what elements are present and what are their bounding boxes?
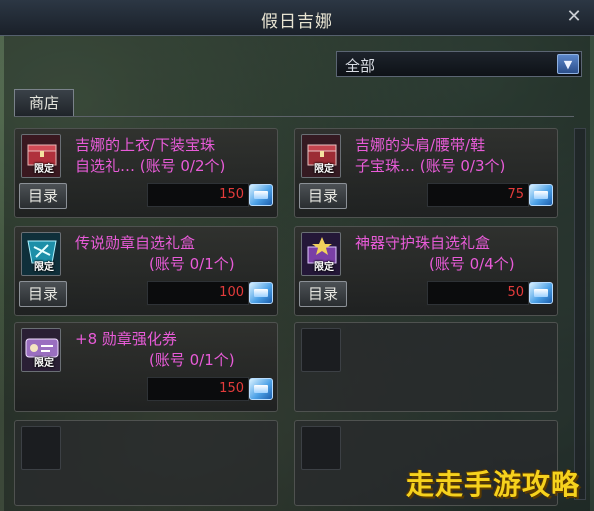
- shop-item-card[interactable]: 限定 神器守护珠自选礼盒 (账号 0/4个) 目录 50: [294, 226, 558, 316]
- shop-item-card[interactable]: 限定 +8 勋章强化券 (账号 0/1个) 150: [14, 322, 278, 412]
- price-box: 75: [427, 183, 529, 207]
- scrollbar[interactable]: [574, 128, 586, 500]
- item-name: 神器守护珠自选礼盒 (账号 0/4个): [355, 233, 555, 275]
- item-price: 100: [219, 285, 244, 300]
- item-name-line: 吉娜的头肩/腰带/鞋: [355, 136, 486, 154]
- window-title: 假日吉娜: [261, 12, 333, 32]
- catalog-button[interactable]: 目录: [299, 281, 347, 307]
- shop-item-card[interactable]: 限定 吉娜的头肩/腰带/鞋 子宝珠… (账号 0/3个) 目录 75: [294, 128, 558, 218]
- item-name-line: 吉娜的上衣/下装宝珠: [75, 136, 216, 154]
- chevron-down-icon[interactable]: ▼: [557, 54, 579, 74]
- watermark: 走走手游攻略: [405, 468, 580, 501]
- item-price: 150: [219, 187, 244, 202]
- currency-ticket-icon: [249, 282, 273, 304]
- price-box: 150: [147, 377, 249, 401]
- item-name-line: 神器守护珠自选礼盒: [355, 234, 491, 252]
- item-name: 吉娜的头肩/腰带/鞋 子宝珠… (账号 0/3个): [355, 135, 555, 177]
- item-price: 75: [507, 187, 524, 202]
- category-dropdown[interactable]: 全部 ▼: [336, 51, 582, 77]
- shop-item-card[interactable]: 限定 吉娜的上衣/下装宝珠 自选礼… (账号 0/2个) 目录 150: [14, 128, 278, 218]
- empty-shop-slot: [294, 322, 558, 412]
- item-name-line: 传说勋章自选礼盒: [75, 234, 196, 252]
- currency-ticket-icon: [529, 184, 553, 206]
- tab-shop[interactable]: 商店: [14, 89, 74, 116]
- tab-divider: [14, 116, 574, 117]
- item-name: +8 勋章强化券 (账号 0/1个): [75, 329, 275, 371]
- item-price: 150: [219, 381, 244, 396]
- dropdown-selected-value: 全部: [345, 57, 376, 75]
- limited-tag: 限定: [314, 262, 334, 273]
- limited-tag: 限定: [314, 164, 334, 175]
- limited-tag: 限定: [34, 358, 54, 369]
- item-limit-line: (账号 0/4个): [429, 255, 515, 273]
- chest-icon: 限定: [21, 134, 61, 178]
- item-name: 吉娜的上衣/下装宝珠 自选礼… (账号 0/2个): [75, 135, 275, 177]
- catalog-button[interactable]: 目录: [299, 183, 347, 209]
- price-box: 50: [427, 281, 529, 305]
- item-name-line: +8 勋章强化券: [75, 330, 177, 348]
- item-limit-line: (账号 0/1个): [149, 255, 235, 273]
- shop-item-card[interactable]: 限定 传说勋章自选礼盒 (账号 0/1个) 目录 100: [14, 226, 278, 316]
- medal-box-icon: 限定: [21, 232, 61, 276]
- item-price: 50: [507, 285, 524, 300]
- close-button[interactable]: ✕: [562, 5, 586, 29]
- chest-icon: 限定: [301, 134, 341, 178]
- price-box: 150: [147, 183, 249, 207]
- item-name: 传说勋章自选礼盒 (账号 0/1个): [75, 233, 275, 275]
- catalog-button[interactable]: 目录: [19, 183, 67, 209]
- currency-ticket-icon: [249, 378, 273, 400]
- limited-tag: 限定: [34, 262, 54, 273]
- empty-item-slot: [301, 426, 341, 470]
- item-limit-line: 子宝珠… (账号 0/3个): [355, 157, 506, 175]
- item-limit-line: (账号 0/1个): [149, 351, 235, 369]
- limited-tag: 限定: [34, 164, 54, 175]
- empty-item-slot: [301, 328, 341, 372]
- catalog-button[interactable]: 目录: [19, 281, 67, 307]
- window-titlebar: 假日吉娜 ✕: [0, 0, 594, 36]
- item-limit-line: 自选礼… (账号 0/2个): [75, 157, 226, 175]
- ticket-icon: 限定: [21, 328, 61, 372]
- empty-shop-slot: [14, 420, 278, 506]
- orb-box-icon: 限定: [301, 232, 341, 276]
- empty-item-slot: [21, 426, 61, 470]
- price-box: 100: [147, 281, 249, 305]
- currency-ticket-icon: [249, 184, 273, 206]
- currency-ticket-icon: [529, 282, 553, 304]
